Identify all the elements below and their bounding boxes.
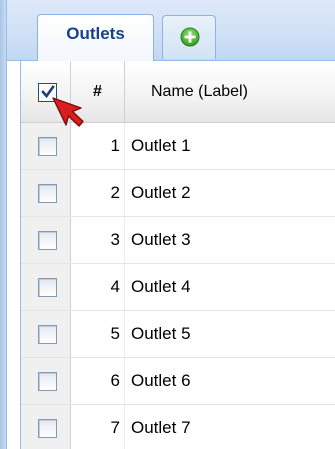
tab-outlets-label: Outlets (66, 24, 125, 43)
row-checkbox[interactable] (38, 372, 57, 391)
number-column-label: # (93, 83, 102, 100)
row-checkbox[interactable] (38, 137, 57, 156)
outlets-panel: Outlets # Name (Label) 1 Outlet 1 2 Outl… (0, 0, 335, 449)
table-row[interactable]: 5 Outlet 5 (21, 311, 335, 358)
tab-outlets[interactable]: Outlets (37, 14, 154, 61)
row-checkbox[interactable] (38, 184, 57, 203)
row-checkbox-cell (21, 311, 71, 357)
table-row[interactable]: 6 Outlet 6 (21, 358, 335, 405)
row-name: Outlet 4 (131, 277, 191, 296)
row-number: 2 (71, 170, 125, 216)
name-column-header[interactable]: Name (Label) (125, 61, 335, 122)
panel-left-border (0, 0, 7, 449)
table-row[interactable]: 2 Outlet 2 (21, 170, 335, 217)
row-checkbox-cell (21, 405, 71, 449)
row-name: Outlet 6 (131, 371, 191, 390)
table-row[interactable]: 4 Outlet 4 (21, 264, 335, 311)
row-name: Outlet 5 (131, 324, 191, 343)
table-row[interactable]: 3 Outlet 3 (21, 217, 335, 264)
row-number: 6 (71, 358, 125, 404)
row-checkbox-cell (21, 358, 71, 404)
row-checkbox[interactable] (38, 419, 57, 438)
row-number: 5 (71, 311, 125, 357)
name-column-label: Name (Label) (151, 83, 248, 100)
row-name: Outlet 2 (131, 183, 191, 202)
row-checkbox[interactable] (38, 325, 57, 344)
row-checkbox[interactable] (38, 231, 57, 250)
row-number: 3 (71, 217, 125, 263)
row-checkbox[interactable] (38, 278, 57, 297)
row-number: 7 (71, 405, 125, 449)
row-name: Outlet 3 (131, 230, 191, 249)
add-tab-button[interactable] (162, 15, 216, 59)
add-circle-icon (180, 27, 200, 47)
table-row[interactable]: 7 Outlet 7 (21, 405, 335, 449)
tab-strip: Outlets (7, 0, 335, 61)
row-checkbox-cell (21, 264, 71, 310)
row-name: Outlet 7 (131, 418, 191, 437)
row-number: 4 (71, 264, 125, 310)
arrow-cursor-icon (52, 97, 84, 127)
outlets-grid: # Name (Label) 1 Outlet 1 2 Outlet 2 3 O… (20, 61, 335, 449)
row-checkbox-cell (21, 217, 71, 263)
row-checkbox-cell (21, 170, 71, 216)
row-name: Outlet 1 (131, 136, 191, 155)
